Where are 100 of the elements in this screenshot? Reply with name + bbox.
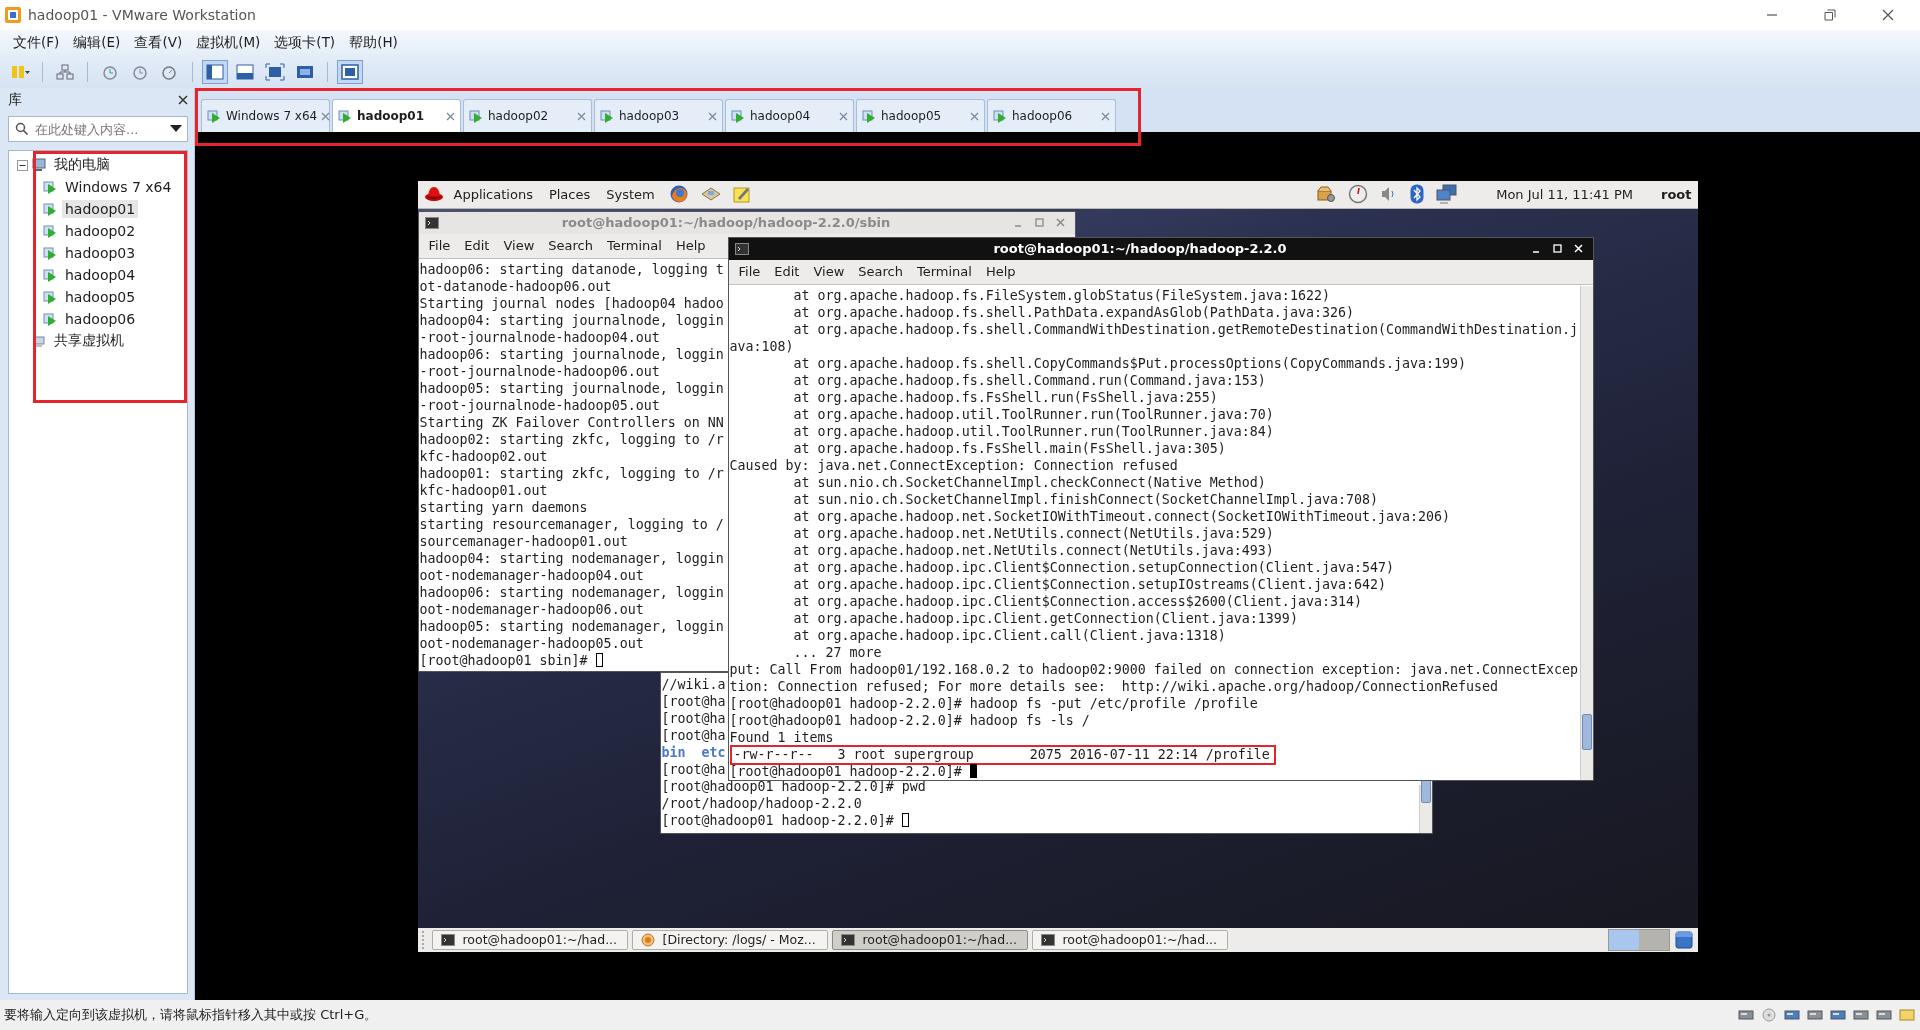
terminal-line: at org.apache.hadoop.fs.FileSystem.globStatus(FileSystem.java:1622) [792, 286, 1330, 304]
menu-item[interactable]: 文件(F) [6, 34, 67, 52]
menu-item[interactable]: View [497, 238, 541, 253]
terminal-line: [root@hadoop01 hadoop-2.2.0]# pwd [661, 778, 926, 795]
clock[interactable]: Mon Jul 11, 11:41 PM [1496, 186, 1633, 202]
terminal-line: hadoop04: starting journalnode, loggin [419, 311, 724, 329]
taskbar-button[interactable]: [Directory: /logs/ - Moz... [631, 929, 828, 950]
terminal-line: [root@ha [661, 709, 726, 727]
terminal-line: at org.apache.hadoop.net.SocketIOWithTimeout.connect(SocketIOWithTimeout.java:206) [792, 507, 1450, 525]
taskbar-button[interactable]: root@hadoop01:~/had... [831, 929, 1028, 950]
terminal-line: Starting journal nodes [hadoop04 hadoo [419, 294, 724, 312]
menu-item[interactable]: File [732, 264, 767, 279]
taskbar-button[interactable]: root@hadoop01:~/had... [1031, 929, 1228, 950]
terminal-line: -root-journalnode-hadoop06.out [419, 362, 660, 380]
terminal-line: at org.apache.hadoop.ipc.Client$Connection.setupIOstreams(Client.java:642) [792, 575, 1386, 593]
terminal-line: hadoop06: starting nodemanager, loggin [419, 583, 724, 601]
terminal-line: [root@hadoop01 sbin]# [419, 651, 589, 669]
menu-item[interactable]: 虚拟机(M) [189, 34, 268, 52]
tree-item[interactable]: 共享虚拟机 [51, 331, 127, 351]
terminal-line: oot-nodemanager-hadoop05.out [419, 634, 644, 652]
menu-item[interactable]: 查看(V) [127, 34, 190, 52]
terminal-line: starting resourcemanager, logging to / [419, 515, 724, 533]
terminal-line: hadoop05: starting journalnode, loggin [419, 379, 724, 397]
terminal-line: oot-nodemanager-hadoop06.out [419, 600, 644, 618]
terminal-line: hadoop06: starting journalnode, loggin [419, 345, 724, 363]
menu-item[interactable]: View [807, 264, 851, 279]
terminal-line: at org.apache.hadoop.fs.shell.CommandWithDestination.getRemoteDestination(CommandWithDestination.j [792, 320, 1579, 338]
terminal-line: hadoop04: starting nodemanager, loggin [419, 549, 724, 567]
terminal-line: hadoop05: starting nodemanager, loggin [419, 617, 724, 635]
terminal-line: put: Call From hadoop01/192.168.0.2 to hadoop02:9000 failed on connection exception: java.net.ConnectExcep [729, 660, 1579, 678]
menu-item[interactable]: Terminal [601, 238, 668, 253]
terminal-line: kfc-hadoop01.out [419, 481, 548, 499]
terminal-line: at org.apache.hadoop.ipc.Client.getConnection(Client.java:1399) [792, 609, 1298, 627]
terminal-line: Starting ZK Failover Controllers on NN [419, 413, 724, 431]
terminal-line: //wiki.a [661, 675, 726, 693]
terminal-line: [root@hadoop01 hadoop-2.2.0]# hadoop fs -ls / [729, 711, 1090, 729]
terminal-line: [root@hadoop01 hadoop-2.2.0]# [661, 811, 895, 829]
window-title: hadoop01 - VMware Workstation [28, 7, 256, 23]
panel-menu[interactable]: Applications [447, 186, 539, 202]
menu-item[interactable]: 选项卡(T) [267, 34, 343, 52]
tab[interactable]: hadoop01 [332, 99, 461, 132]
terminal-line: [root@ha [661, 760, 726, 778]
menu-item[interactable]: 帮助(H) [342, 34, 405, 52]
terminal-line: at org.apache.hadoop.util.ToolRunner.run(ToolRunner.java:84) [792, 422, 1274, 440]
menu-item[interactable]: Edit [768, 264, 806, 279]
terminal-line: at org.apache.hadoop.fs.shell.PathData.expandAsGlob(PathData.java:326) [792, 303, 1354, 321]
user-name[interactable]: root [1661, 186, 1692, 202]
panel-title: 库 [8, 91, 22, 109]
tab[interactable]: hadoop06 [987, 99, 1116, 132]
menu-item[interactable]: File [422, 238, 457, 253]
menu-item[interactable]: Terminal [911, 264, 978, 279]
tab[interactable]: hadoop02 [463, 99, 592, 132]
terminal-line: Caused by: java.net.ConnectException: Connection refused [729, 456, 1178, 474]
tab[interactable]: hadoop05 [856, 99, 985, 132]
terminal-line: oot-nodemanager-hadoop04.out [419, 566, 644, 584]
panel-menu[interactable]: Places [542, 186, 597, 202]
terminal-line: kfc-hadoop02.out [419, 447, 548, 465]
tree-item[interactable]: 我的电脑 [51, 155, 113, 175]
tree-item[interactable]: hadoop06 [62, 310, 139, 328]
terminal-line: at org.apache.hadoop.util.ToolRunner.run(ToolRunner.java:70) [792, 405, 1274, 423]
terminal-line: at org.apache.hadoop.ipc.Client$Connection.setupConnection(Client.java:547) [792, 558, 1394, 576]
tree-item[interactable]: hadoop04 [62, 266, 139, 284]
terminal-line: at org.apache.hadoop.fs.shell.Command.run(Command.java:153) [792, 371, 1266, 389]
tree-item[interactable]: hadoop01 [62, 200, 139, 218]
terminal-line: hadoop06: starting datanode, logging t [419, 260, 724, 278]
window-title: root@hadoop01:~/hadoop/hadoop-2.2.0 [992, 241, 1288, 256]
terminal-line: tion: Connection refused; For more details see: http://wiki.apache.org/hadoop/ConnectionRefused [729, 677, 1499, 695]
terminal-line: hadoop02: starting zkfc, logging to /r [419, 430, 724, 448]
menu-item[interactable]: Help [669, 238, 712, 253]
window-title: root@hadoop01:~/hadoop/hadoop-2.2.0/sbin [560, 215, 892, 230]
terminal-line: [root@ha [661, 726, 726, 744]
menu-item[interactable]: Search [852, 264, 909, 279]
terminal-line: Found 1 items [729, 728, 834, 746]
tab[interactable]: hadoop04 [725, 99, 854, 132]
terminal-line: at org.apache.hadoop.fs.shell.CopyCommands$Put.processOptions(CopyCommands.java:199) [792, 354, 1466, 372]
terminal-line: ot-datanode-hadoop06.out [419, 277, 612, 295]
tab[interactable]: Windows 7 x64 [201, 99, 330, 132]
terminal-line: -root-journalnode-hadoop04.out [419, 328, 660, 346]
terminal-line: at org.apache.hadoop.ipc.Client$Connection.access$2600(Client.java:314) [792, 592, 1362, 610]
panel-menu[interactable]: System [600, 186, 661, 202]
search-field[interactable]: 在此处键入内容... [8, 116, 188, 142]
terminal-line: -root-journalnode-hadoop05.out [419, 396, 660, 414]
menu-item[interactable]: Help [979, 264, 1022, 279]
terminal-line: at org.apache.hadoop.net.NetUtils.connect(NetUtils.java:529) [792, 524, 1274, 542]
taskbar-button[interactable]: root@hadoop01:~/had... [431, 929, 628, 950]
menu-item[interactable]: 编辑(E) [66, 34, 128, 52]
menu-item[interactable]: Edit [458, 238, 496, 253]
tab[interactable]: hadoop03 [594, 99, 723, 132]
tree-item[interactable]: hadoop02 [62, 222, 139, 240]
terminal-line: at org.apache.hadoop.fs.FsShell.main(FsShell.java:305) [792, 439, 1226, 457]
terminal-line: hadoop01: starting zkfc, logging to /r [419, 464, 724, 482]
terminal-line: at org.apache.hadoop.net.NetUtils.connect(NetUtils.java:493) [792, 541, 1274, 559]
terminal-line: -rw-r--r-- 3 root supergroup 2075 2016-07-11 22:14 /profile [732, 745, 1270, 763]
tree-item[interactable]: hadoop05 [62, 288, 139, 306]
terminal-line: [root@hadoop01 hadoop-2.2.0]# hadoop fs -put /etc/profile /profile [729, 694, 1258, 712]
tree-item[interactable]: Windows 7 x64 [62, 178, 175, 196]
tree-item[interactable]: hadoop03 [62, 244, 139, 262]
terminal-line: starting yarn daemons [419, 498, 588, 516]
terminal-line: sourcemanager-hadoop01.out [419, 532, 628, 550]
menu-item[interactable]: Search [542, 238, 599, 253]
